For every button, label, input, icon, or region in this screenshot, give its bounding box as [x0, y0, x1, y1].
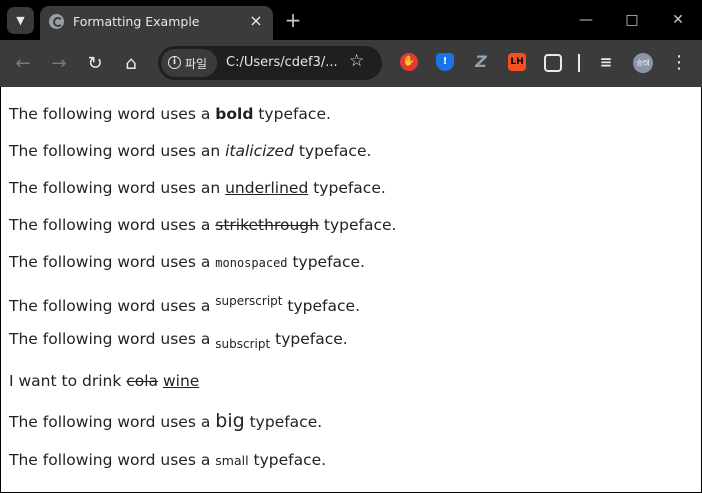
title-bar: ▼ Formatting Example × + — □ ✕: [0, 0, 702, 40]
small-line: The following word uses a small typeface…: [9, 451, 326, 469]
toolbar: ← → ↻ ⌂ i 파일 C:/Users/cdef3/... ☆ ✋ ! Z …: [0, 40, 702, 87]
big-pre: The following word uses a: [9, 413, 216, 431]
superscript-line: The following word uses a superscript ty…: [9, 294, 360, 315]
drink-pre: I want to drink: [9, 372, 127, 390]
sub-word: subscript: [215, 337, 271, 352]
hand-stop-icon[interactable]: ✋: [400, 53, 418, 71]
shield-icon[interactable]: !: [436, 53, 454, 71]
sup-pre: The following word uses a: [9, 297, 216, 316]
close-window-button[interactable]: ✕: [655, 4, 701, 36]
sub-pre: The following word uses a: [9, 330, 216, 348]
active-tab[interactable]: Formatting Example ×: [40, 6, 273, 40]
chevron-down-icon: ▼: [16, 14, 25, 27]
new-tab-button[interactable]: +: [282, 7, 304, 33]
monospace-line: The following word uses a monospaced typ…: [9, 253, 365, 271]
puzzle-icon[interactable]: [544, 54, 562, 72]
bold-line: The following word uses a bold typeface.: [9, 105, 331, 123]
address-bar[interactable]: i 파일 C:/Users/cdef3/... ☆: [158, 46, 382, 80]
minimize-button[interactable]: —: [563, 4, 609, 36]
mono-word: monospaced: [215, 256, 288, 270]
strike-pre: The following word uses a: [9, 216, 216, 234]
media-control-icon[interactable]: ≡: [597, 53, 615, 71]
mono-pre: The following word uses a: [9, 253, 216, 271]
home-button[interactable]: ⌂: [117, 50, 145, 78]
bold-post: typeface.: [253, 105, 331, 123]
reload-button[interactable]: ↻: [81, 50, 109, 78]
page-content: The following word uses a bold typeface.…: [1, 87, 701, 492]
sup-post: typeface.: [282, 297, 360, 316]
italic-line: The following word uses an italicized ty…: [9, 142, 371, 160]
italic-post: typeface.: [293, 142, 372, 160]
strikethrough-line: The following word uses a strikethrough …: [9, 216, 396, 234]
forward-button[interactable]: →: [45, 50, 73, 78]
underline-pre: The following word uses an: [9, 179, 226, 197]
italic-word: italicized: [225, 142, 294, 160]
profile-avatar[interactable]: 승태: [633, 53, 653, 73]
mono-post: typeface.: [287, 253, 366, 271]
maximize-button[interactable]: □: [609, 4, 655, 36]
bold-word: bold: [215, 105, 254, 123]
toolbar-divider: [578, 54, 580, 72]
back-button[interactable]: ←: [9, 50, 37, 78]
subscript-line: The following word uses a subscript type…: [9, 330, 348, 351]
sup-word: superscript: [215, 294, 283, 308]
drink-line: I want to drink cola wine: [9, 372, 199, 390]
bold-pre: The following word uses a: [9, 105, 216, 123]
tab-title: Formatting Example: [73, 14, 200, 29]
underline-post: typeface.: [308, 179, 386, 197]
strike-word: strikethrough: [215, 216, 319, 234]
strike-post: typeface.: [318, 216, 397, 234]
close-tab-icon[interactable]: ×: [245, 10, 267, 32]
small-post: typeface.: [248, 451, 327, 469]
italic-pre: The following word uses an: [9, 142, 226, 160]
big-post: typeface.: [244, 413, 323, 431]
underline-line: The following word uses an underlined ty…: [9, 179, 386, 197]
site-info-label: 파일: [185, 57, 208, 71]
url-text[interactable]: C:/Users/cdef3/...: [226, 55, 338, 70]
site-info-chip[interactable]: i 파일: [161, 49, 217, 77]
inserted-word: wine: [162, 372, 200, 390]
globe-icon: [49, 14, 64, 29]
lighthouse-icon[interactable]: LH: [508, 53, 526, 71]
deleted-word: cola: [126, 372, 159, 390]
info-icon: i: [168, 56, 181, 69]
big-line: The following word uses a big typeface.: [9, 410, 322, 432]
big-word: big: [215, 410, 245, 432]
small-pre: The following word uses a: [9, 451, 216, 469]
underline-word: underlined: [225, 179, 309, 197]
small-word: small: [215, 453, 249, 468]
bookmark-star-icon[interactable]: ☆: [349, 51, 364, 71]
menu-kebab-icon[interactable]: ⋮: [670, 51, 688, 75]
sub-post: typeface.: [270, 330, 348, 348]
z-icon[interactable]: Z: [472, 53, 490, 71]
tab-search-button[interactable]: ▼: [7, 7, 34, 34]
